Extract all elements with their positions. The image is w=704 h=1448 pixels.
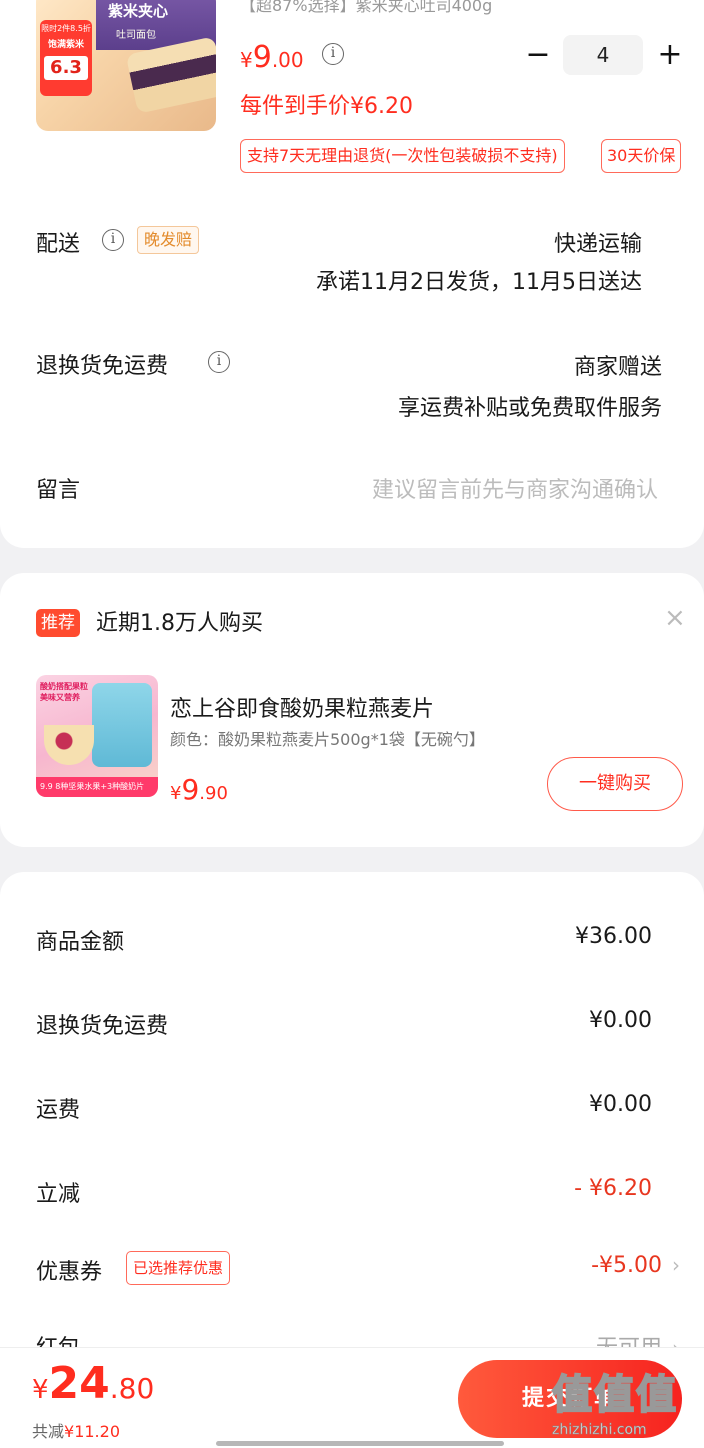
summary-value-coupon: -¥5.00 — [591, 1253, 662, 1278]
summary-label-shipping: 运费 — [36, 1098, 81, 1123]
recommend-price-currency: ¥ — [170, 783, 182, 804]
return-shipping-value: 商家赠送 — [573, 355, 662, 380]
home-indicator[interactable] — [216, 1441, 504, 1446]
one-click-buy-button[interactable]: 一键购买 — [547, 757, 683, 811]
product-card: 紫米夹心 吐司面包 限时2件8.5折 饱满紫米 6.3 【超87%选择】紫米夹心… — [0, 0, 704, 548]
product-title: 【超87%选择】紫米夹心吐司400g — [240, 0, 493, 15]
recommend-badge: 推荐 — [36, 609, 80, 637]
delivery-method[interactable]: 快递运输 — [554, 226, 642, 258]
product-image-tag-line1: 限时2件8.5折 — [41, 24, 91, 33]
return-shipping-label: 退换货免运费 — [36, 354, 169, 379]
recommend-product-spec: 颜色：酸奶果粒燕麦片500g*1袋【无碗勺】 — [170, 730, 485, 749]
each-final-price: 每件到手价¥6.20 — [240, 94, 413, 119]
return-shipping-service: 享运费补贴或免费取件服务 — [397, 396, 662, 421]
product-image-tag: 限时2件8.5折 饱满紫米 6.3 — [40, 20, 92, 96]
price-info-icon[interactable]: i — [322, 43, 344, 65]
watermark-url: zhizhizhi.com — [552, 1422, 647, 1439]
recommend-image-package — [92, 683, 152, 767]
summary-value-goods: ¥36.00 — [575, 924, 652, 949]
product-image-label: 紫米夹心 — [108, 2, 169, 20]
delivery-label: 配送 — [36, 232, 81, 257]
return-shipping-info-icon[interactable]: i — [208, 351, 230, 373]
message-input[interactable]: 建议留言前先与商家沟通确认 — [372, 472, 658, 504]
recommend-product-name[interactable]: 恋上谷即食酸奶果粒燕麦片 — [170, 691, 434, 723]
quantity-plus-button[interactable]: + — [656, 38, 684, 74]
summary-value-return-shipping: ¥0.00 — [589, 1008, 652, 1033]
close-icon[interactable]: × — [664, 603, 686, 633]
order-total: ¥24.80 — [32, 1358, 154, 1409]
summary-label-discount: 立减 — [36, 1182, 81, 1207]
total-decimal: .80 — [109, 1372, 155, 1405]
recommend-product-image[interactable]: 酸奶搭配果粒 美味又营养 9.9 8种坚果水果+3种酸奶片 — [36, 675, 158, 797]
summary-label-coupon: 优惠券 — [36, 1260, 103, 1285]
message-label: 留言 — [36, 478, 81, 503]
total-currency: ¥ — [32, 1375, 49, 1405]
summary-label-return-shipping: 退换货免运费 — [36, 1014, 169, 1039]
price-integer: 9 — [252, 40, 272, 75]
late-compensation-badge: 晚发赔 — [137, 226, 200, 254]
unit-price: ¥9.00 — [240, 40, 304, 75]
chevron-right-icon: › — [672, 1253, 680, 1277]
watermark: 值值值 zhizhizhi.com — [551, 1362, 702, 1446]
recommend-card: 推荐 近期1.8万人购买 × 酸奶搭配果粒 美味又营养 9.9 8种坚果水果+3… — [0, 573, 704, 847]
price-currency: ¥ — [240, 48, 253, 72]
coupon-row[interactable]: -¥5.00 › — [591, 1253, 680, 1278]
recommend-price-decimal: .90 — [199, 783, 228, 804]
delivery-promise: 承诺11月2日发货，11月5日送达 — [316, 270, 642, 295]
return-policy-badge: 支持7天无理由退货(一次性包装破损不支持) — [240, 139, 565, 173]
quantity-input[interactable]: 4 — [563, 35, 643, 75]
product-image-tag-line2: 饱满紫米 — [47, 40, 84, 50]
price-decimal: .00 — [271, 48, 304, 72]
saved-label: 共减 — [32, 1422, 65, 1441]
recommend-image-strip: 9.9 8种坚果水果+3种酸奶片 — [36, 777, 158, 797]
recommend-price-integer: 9 — [181, 773, 200, 806]
recommend-image-bowl — [44, 725, 94, 765]
recommend-title: 近期1.8万人购买 — [96, 611, 263, 636]
product-image-sub: 吐司面包 — [116, 30, 156, 41]
coupon-selected-badge: 已选推荐优惠 — [126, 1251, 231, 1285]
delivery-info-icon[interactable]: i — [102, 229, 124, 251]
quantity-minus-button[interactable]: − — [524, 38, 552, 74]
total-saved: 共减¥11.20 — [32, 1418, 120, 1442]
price-protect-badge: 30天价保 — [601, 139, 682, 173]
total-integer: 24 — [48, 1358, 110, 1409]
product-image[interactable]: 紫米夹心 吐司面包 限时2件8.5折 饱满紫米 6.3 — [36, 0, 216, 131]
recommend-product-price: ¥9.90 — [170, 773, 228, 806]
summary-value-discount: - ¥6.20 — [574, 1176, 652, 1201]
summary-label-goods: 商品金额 — [36, 930, 125, 955]
product-image-tag-price: 6.3 — [44, 56, 88, 80]
summary-value-shipping: ¥0.00 — [589, 1092, 652, 1117]
recommend-image-header: 酸奶搭配果粒 美味又营养 — [40, 682, 88, 702]
saved-amount: ¥11.20 — [64, 1422, 120, 1441]
watermark-logo: 值值值 — [551, 1371, 678, 1419]
